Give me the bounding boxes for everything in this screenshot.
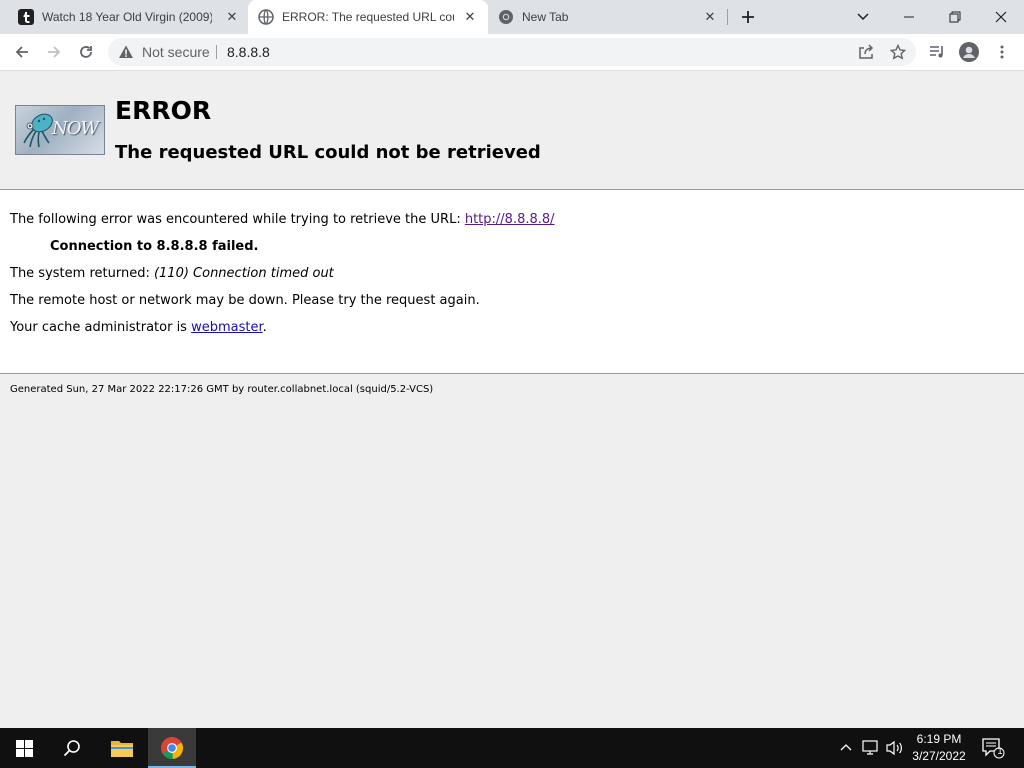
chevron-down-icon <box>857 13 869 21</box>
tab-title: Watch 18 Year Old Virgin (2009) - <box>42 10 212 24</box>
tab-watch-movie[interactable]: Watch 18 Year Old Virgin (2009) - ✕ <box>8 0 248 34</box>
error-header: NOW ERROR The requested URL could not be… <box>0 71 1024 190</box>
system-clock[interactable]: 6:19 PM 3/27/2022 <box>908 728 970 768</box>
error-body: The following error was encountered whil… <box>0 190 1024 374</box>
close-window-button[interactable] <box>978 0 1024 34</box>
page-content: NOW ERROR The requested URL could not be… <box>0 71 1024 728</box>
menu-button[interactable] <box>988 38 1016 66</box>
network-button[interactable] <box>860 728 882 768</box>
profile-button[interactable] <box>955 38 983 66</box>
address-bar[interactable]: Not secure 8.8.8.8 <box>108 38 916 66</box>
warning-icon <box>119 45 133 58</box>
forward-button[interactable] <box>40 38 68 66</box>
avatar-icon <box>959 42 979 62</box>
globe-icon <box>258 9 274 25</box>
generated-footer: Generated Sun, 27 Mar 2022 22:17:26 GMT … <box>10 384 434 395</box>
reload-button[interactable] <box>72 38 100 66</box>
error-intro-text: The following error was encountered whil… <box>10 212 465 227</box>
chrome-icon <box>161 737 184 760</box>
star-icon <box>890 44 906 60</box>
tab-error[interactable]: ERROR: The requested URL could ✕ <box>248 0 488 34</box>
omnibox-divider <box>216 45 217 59</box>
cache-admin-suffix: . <box>262 320 267 335</box>
reload-icon <box>80 46 92 58</box>
taskbar: 6:19 PM 3/27/2022 1 <box>0 728 1024 768</box>
restore-icon <box>949 11 961 23</box>
media-list-icon <box>930 46 943 58</box>
security-label[interactable]: Not secure <box>142 38 210 66</box>
url-text[interactable]: 8.8.8.8 <box>227 38 270 66</box>
tab-title: New Tab <box>522 10 569 24</box>
start-button[interactable] <box>0 728 48 768</box>
notification-count: 1 <box>997 746 1003 756</box>
arrow-left-icon <box>15 46 28 58</box>
speaker-icon <box>886 740 902 756</box>
browser-toolbar: Not secure 8.8.8.8 <box>0 34 1024 71</box>
system-returned-value: (110) Connection timed out <box>153 266 334 281</box>
clock-date: 3/27/2022 <box>912 749 966 763</box>
chevron-up-icon <box>840 744 852 751</box>
error-intro: The following error was encountered whil… <box>10 212 555 227</box>
share-button[interactable] <box>852 38 880 66</box>
squid-logo: NOW <box>15 105 105 155</box>
back-button[interactable] <box>8 38 36 66</box>
tab-close-icon[interactable]: ✕ <box>702 9 718 25</box>
minimize-icon <box>904 16 914 18</box>
clock-time: 6:19 PM <box>916 732 962 746</box>
tab-search-button[interactable] <box>850 0 876 34</box>
tab-close-icon[interactable]: ✕ <box>224 9 240 25</box>
share-icon <box>859 44 874 59</box>
new-tab-button[interactable] <box>734 0 762 34</box>
reading-list-button[interactable] <box>923 38 951 66</box>
arrow-right-icon <box>48 46 61 58</box>
notification-center-button[interactable]: 1 <box>978 728 1008 768</box>
tab-title: ERROR: The requested URL could <box>282 10 454 24</box>
system-returned: The system returned: (110) Connection ti… <box>10 266 334 281</box>
bookmark-button[interactable] <box>884 38 912 66</box>
file-explorer-button[interactable] <box>98 728 146 768</box>
tab-close-icon[interactable]: ✕ <box>462 9 478 25</box>
tab-new-tab[interactable]: New Tab ✕ <box>488 0 728 34</box>
network-icon <box>862 740 878 755</box>
requested-url-link[interactable]: http://8.8.8.8/ <box>465 212 555 227</box>
logo-text: NOW <box>52 118 99 139</box>
chrome-taskbar-button[interactable] <box>148 728 196 768</box>
tab-separator <box>727 9 728 25</box>
remote-down-message: The remote host or network may be down. … <box>10 293 480 308</box>
failure-message: Connection to 8.8.8.8 failed. <box>50 239 259 254</box>
search-button[interactable] <box>48 728 96 768</box>
page-title: ERROR <box>115 96 212 125</box>
more-vert-icon <box>1000 45 1004 59</box>
tumblr-t-icon <box>18 9 34 25</box>
show-hidden-icons-button[interactable] <box>836 728 856 768</box>
search-icon <box>63 740 80 757</box>
close-icon <box>995 11 1007 23</box>
cache-admin-line: Your cache administrator is webmaster. <box>10 320 267 335</box>
cache-admin-prefix: Your cache administrator is <box>10 320 192 335</box>
chrome-icon <box>499 10 513 24</box>
page-subtitle: The requested URL could not be retrieved <box>115 142 541 163</box>
minimize-button[interactable] <box>886 0 932 34</box>
windows-icon <box>15 739 33 757</box>
plus-icon <box>742 11 754 23</box>
volume-button[interactable] <box>884 728 906 768</box>
restore-button[interactable] <box>932 0 978 34</box>
folder-icon <box>111 741 133 757</box>
system-returned-label: The system returned: <box>10 266 154 281</box>
tab-strip: Watch 18 Year Old Virgin (2009) - ✕ ERRO… <box>0 0 1024 34</box>
webmaster-link[interactable]: webmaster <box>191 320 263 335</box>
